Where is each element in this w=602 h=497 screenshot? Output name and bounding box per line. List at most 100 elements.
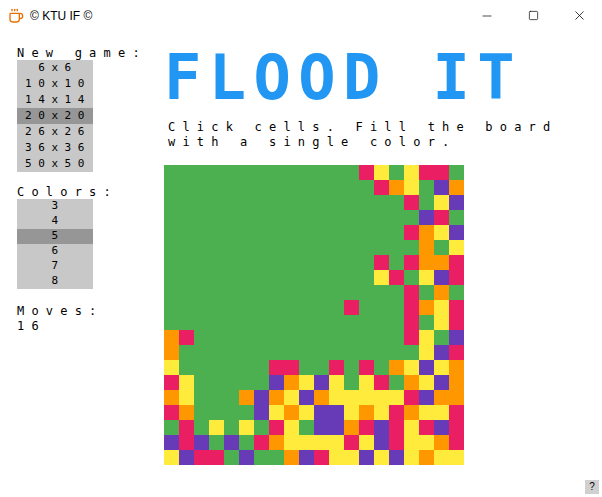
board-cell[interactable]: [329, 255, 344, 270]
board-cell[interactable]: [179, 255, 194, 270]
board-cell[interactable]: [314, 180, 329, 195]
maximize-button[interactable]: [510, 0, 556, 31]
board-cell[interactable]: [374, 330, 389, 345]
board-cell[interactable]: [164, 450, 179, 465]
board-cell[interactable]: [374, 390, 389, 405]
board-cell[interactable]: [359, 195, 374, 210]
board-cell[interactable]: [179, 300, 194, 315]
board-cell[interactable]: [164, 315, 179, 330]
board-cell[interactable]: [374, 225, 389, 240]
board-cell[interactable]: [224, 240, 239, 255]
board-cell[interactable]: [209, 360, 224, 375]
board-cell[interactable]: [299, 315, 314, 330]
option-item[interactable]: 3: [17, 199, 93, 214]
board-cell[interactable]: [389, 225, 404, 240]
board-cell[interactable]: [419, 165, 434, 180]
board-cell[interactable]: [374, 420, 389, 435]
board-cell[interactable]: [179, 360, 194, 375]
board-cell[interactable]: [314, 450, 329, 465]
board-cell[interactable]: [254, 375, 269, 390]
board-cell[interactable]: [404, 390, 419, 405]
board-cell[interactable]: [374, 405, 389, 420]
board-cell[interactable]: [359, 390, 374, 405]
board-cell[interactable]: [299, 180, 314, 195]
board-cell[interactable]: [374, 240, 389, 255]
board-cell[interactable]: [314, 360, 329, 375]
board-cell[interactable]: [299, 240, 314, 255]
board-cell[interactable]: [449, 165, 464, 180]
board-cell[interactable]: [224, 180, 239, 195]
board-cell[interactable]: [254, 420, 269, 435]
board-cell[interactable]: [419, 210, 434, 225]
board-cell[interactable]: [329, 300, 344, 315]
board-cell[interactable]: [299, 405, 314, 420]
board-cell[interactable]: [449, 375, 464, 390]
board-cell[interactable]: [254, 285, 269, 300]
board-cell[interactable]: [419, 225, 434, 240]
board-cell[interactable]: [209, 225, 224, 240]
board-cell[interactable]: [209, 210, 224, 225]
board-cell[interactable]: [344, 300, 359, 315]
board-cell[interactable]: [269, 180, 284, 195]
option-item[interactable]: 8: [17, 274, 93, 289]
minimize-button[interactable]: [464, 0, 510, 31]
board-cell[interactable]: [179, 330, 194, 345]
board-cell[interactable]: [449, 360, 464, 375]
board-cell[interactable]: [404, 300, 419, 315]
board-cell[interactable]: [269, 450, 284, 465]
board-cell[interactable]: [239, 345, 254, 360]
board-cell[interactable]: [224, 450, 239, 465]
board-cell[interactable]: [209, 195, 224, 210]
board-cell[interactable]: [254, 315, 269, 330]
board-cell[interactable]: [284, 210, 299, 225]
board-cell[interactable]: [374, 165, 389, 180]
board-cell[interactable]: [239, 240, 254, 255]
board-cell[interactable]: [359, 330, 374, 345]
board-cell[interactable]: [194, 360, 209, 375]
board-cell[interactable]: [389, 195, 404, 210]
board-cell[interactable]: [314, 255, 329, 270]
board-cell[interactable]: [434, 195, 449, 210]
board-cell[interactable]: [374, 435, 389, 450]
board-cell[interactable]: [404, 195, 419, 210]
board-cell[interactable]: [389, 405, 404, 420]
board-cell[interactable]: [389, 435, 404, 450]
board-cell[interactable]: [239, 285, 254, 300]
board-cell[interactable]: [239, 300, 254, 315]
board-cell[interactable]: [269, 300, 284, 315]
board-cell[interactable]: [164, 240, 179, 255]
board-cell[interactable]: [389, 345, 404, 360]
board-cell[interactable]: [284, 375, 299, 390]
board-cell[interactable]: [314, 300, 329, 315]
game-board[interactable]: [164, 165, 464, 465]
board-cell[interactable]: [434, 300, 449, 315]
option-item[interactable]: 5: [17, 229, 93, 244]
board-cell[interactable]: [239, 180, 254, 195]
board-cell[interactable]: [179, 225, 194, 240]
board-cell[interactable]: [359, 420, 374, 435]
board-cell[interactable]: [194, 450, 209, 465]
board-cell[interactable]: [389, 270, 404, 285]
board-cell[interactable]: [329, 420, 344, 435]
help-button[interactable]: ?: [585, 480, 599, 494]
board-cell[interactable]: [194, 195, 209, 210]
board-cell[interactable]: [449, 420, 464, 435]
board-cell[interactable]: [434, 315, 449, 330]
board-cell[interactable]: [164, 255, 179, 270]
board-cell[interactable]: [269, 330, 284, 345]
board-cell[interactable]: [419, 405, 434, 420]
board-cell[interactable]: [389, 285, 404, 300]
board-cell[interactable]: [314, 315, 329, 330]
board-cell[interactable]: [374, 210, 389, 225]
board-cell[interactable]: [329, 435, 344, 450]
option-item[interactable]: 4: [17, 214, 93, 229]
board-cell[interactable]: [389, 255, 404, 270]
board-cell[interactable]: [449, 225, 464, 240]
board-cell[interactable]: [434, 225, 449, 240]
board-cell[interactable]: [434, 270, 449, 285]
board-cell[interactable]: [389, 330, 404, 345]
board-cell[interactable]: [314, 165, 329, 180]
board-cell[interactable]: [164, 195, 179, 210]
board-cell[interactable]: [299, 285, 314, 300]
board-cell[interactable]: [269, 210, 284, 225]
